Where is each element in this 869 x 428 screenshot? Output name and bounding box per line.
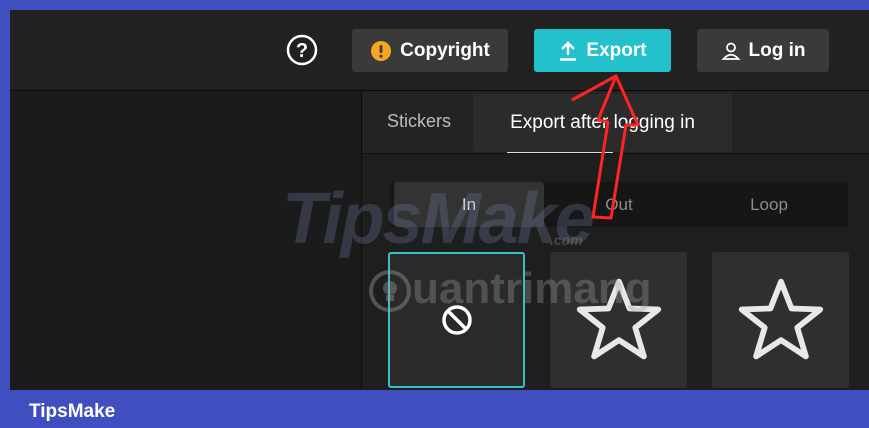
red-arrow-annotation bbox=[571, 74, 640, 220]
editor-window: ? Copyright Export Log in Stickers Expor… bbox=[10, 10, 869, 390]
footer-brand: TipsMake bbox=[29, 401, 116, 422]
